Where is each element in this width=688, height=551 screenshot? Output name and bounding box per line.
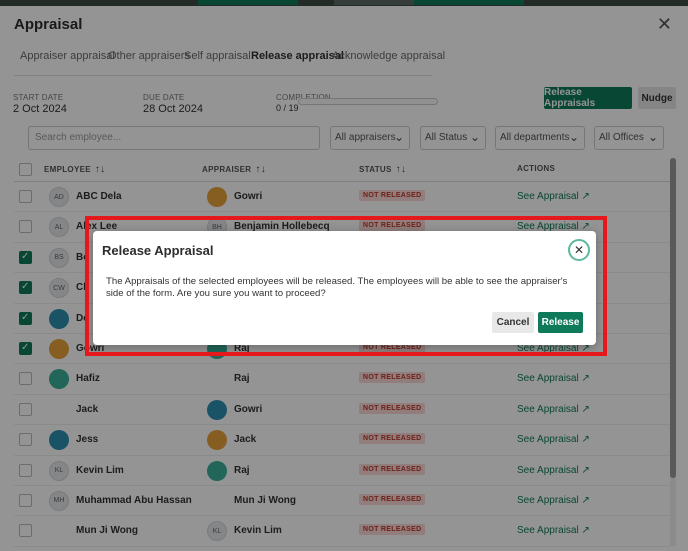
highlight-box [85, 216, 607, 356]
